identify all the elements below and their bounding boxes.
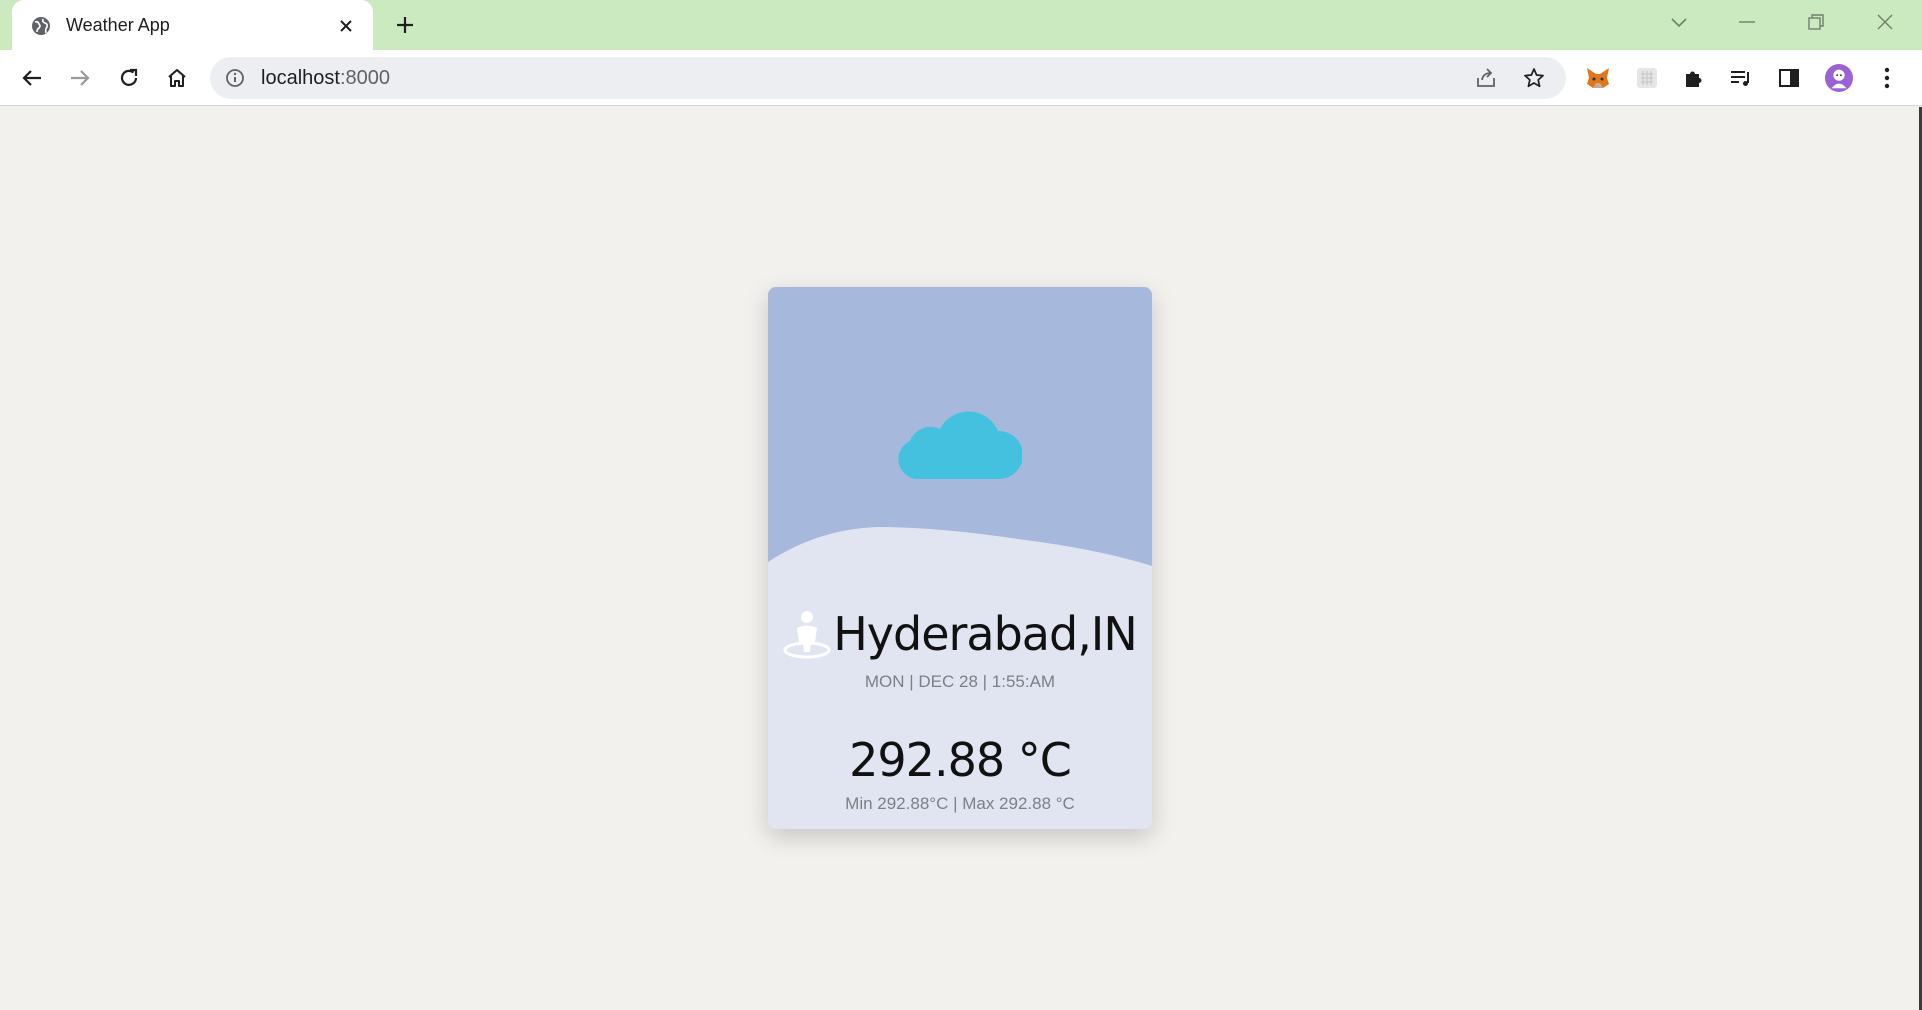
- restore-icon[interactable]: [1798, 8, 1834, 36]
- browser-menu-icon[interactable]: [1873, 64, 1901, 92]
- temperature: 292.88 °C: [849, 733, 1072, 787]
- tab-title: Weather App: [66, 15, 170, 35]
- profile-avatar[interactable]: [1825, 64, 1853, 92]
- address-bar[interactable]: localhost:8000: [210, 57, 1566, 99]
- close-tab-icon[interactable]: [333, 13, 359, 39]
- extension-grid-icon[interactable]: [1633, 64, 1661, 92]
- person-location-icon: [783, 611, 831, 659]
- date-time: MON | DEC 28 | 1:55:AM: [864, 672, 1056, 691]
- url-port: :8000: [339, 67, 390, 89]
- close-window-icon[interactable]: [1867, 8, 1903, 36]
- tab-search-chevron-down-icon[interactable]: [1661, 8, 1697, 36]
- weather-card: Hyderabad,IN MON | DEC 28 | 1:55:AM 292.…: [768, 287, 1152, 829]
- forward-arrow-icon[interactable]: [64, 62, 96, 94]
- side-panel-icon[interactable]: [1775, 64, 1803, 92]
- browser-toolbar: localhost:8000: [0, 50, 1922, 106]
- cloud-icon: [898, 411, 1022, 479]
- media-controls-icon[interactable]: [1727, 64, 1755, 92]
- home-icon[interactable]: [161, 62, 193, 94]
- share-icon[interactable]: [1474, 66, 1498, 90]
- location-row: Hyderabad,IN: [768, 607, 1152, 661]
- min-max-temperature: Min 292.88°C | Max 292.88 °C: [845, 794, 1075, 813]
- site-info-icon[interactable]: [224, 67, 246, 89]
- tab-weather-app[interactable]: Weather App: [12, 0, 373, 51]
- city-name: Hyderabad,IN: [833, 607, 1138, 661]
- new-tab-button[interactable]: [390, 10, 420, 40]
- reload-icon[interactable]: [113, 62, 145, 94]
- minimize-icon[interactable]: [1729, 8, 1765, 36]
- bookmark-star-icon[interactable]: [1522, 66, 1546, 90]
- tab-strip: Weather App: [0, 0, 1922, 51]
- url-host: localhost: [261, 67, 340, 89]
- back-arrow-icon[interactable]: [16, 62, 48, 94]
- extensions-puzzle-icon[interactable]: [1680, 64, 1708, 92]
- url-text[interactable]: localhost:8000: [261, 67, 390, 90]
- globe-icon: [30, 15, 52, 37]
- metamask-fox-icon[interactable]: [1584, 64, 1612, 92]
